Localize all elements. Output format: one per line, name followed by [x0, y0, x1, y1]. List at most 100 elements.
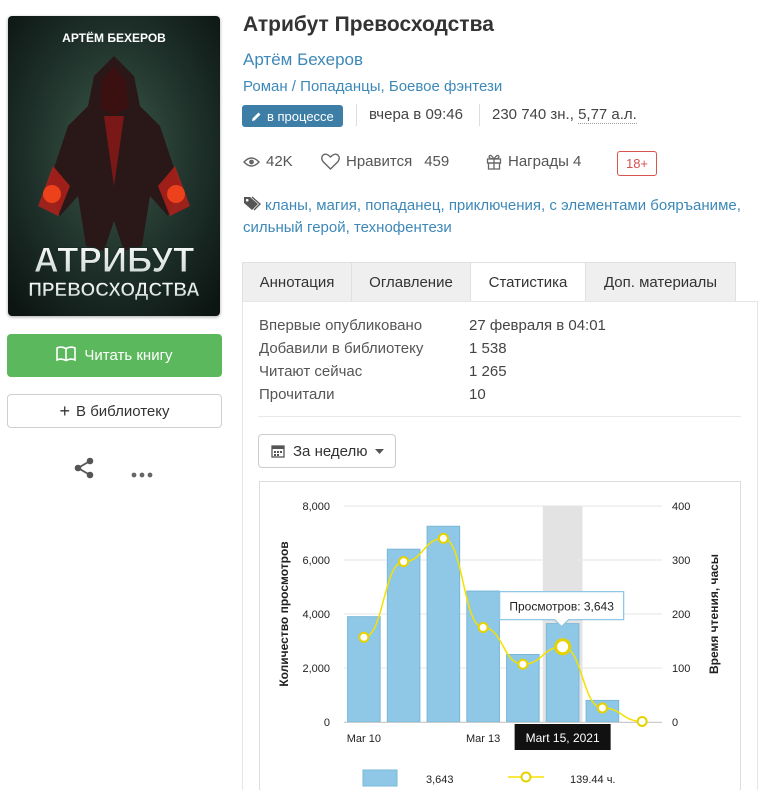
likes-value: 459 [424, 153, 450, 170]
tag-link[interactable]: попаданец [365, 197, 440, 214]
period-dropdown[interactable]: За неделю [258, 434, 396, 468]
line-point [554, 638, 572, 656]
stat-label: Читают сейчас [259, 363, 363, 380]
bar [386, 548, 421, 723]
likes-button[interactable]: Нравится 459 [321, 153, 449, 170]
tag-link[interactable]: кланы [265, 197, 308, 214]
tab-annotation[interactable]: Аннотация [242, 262, 352, 302]
y-tick-label: 4,000 [302, 609, 330, 621]
stat-label: Добавили в библиотеку [259, 340, 424, 357]
line-point [398, 556, 410, 568]
y-tick-label: 0 [324, 717, 330, 729]
eye-icon [243, 156, 260, 167]
stat-value: 1 538 [469, 340, 507, 357]
book-size: 230 740 зн., 5,77 а.л. [492, 106, 637, 124]
book-cover[interactable]: АРТЁМ БЕХЕРОВ АТРИБУТ ПРЕВОСХОДСТВА [8, 16, 220, 316]
y-tick-label: 6,000 [302, 555, 330, 567]
legend-bar-swatch [362, 769, 398, 787]
stats-chart-container: 0 2,000 4,000 6,000 8,000 0 100 200 300 400 Количе… [259, 481, 741, 790]
crosshair-label-text: Mart 15, 2021 [526, 731, 600, 745]
genre-separator: / [287, 78, 301, 95]
line-point [636, 715, 648, 727]
stat-label: Впервые опубликовано [259, 317, 423, 334]
genre-separator: , [380, 78, 389, 95]
read-book-button[interactable]: Читать книгу [7, 334, 222, 377]
open-book-icon [56, 345, 77, 366]
updated-date: вчера в 09:46 [369, 106, 463, 123]
line-point [477, 622, 489, 633]
pencil-icon [252, 112, 261, 121]
read-book-label: Читать книгу [84, 347, 173, 364]
size-chars: 230 740 зн., [492, 106, 579, 123]
cover-title-line1: АТРИБУТ [34, 241, 195, 280]
tags-icon [244, 196, 262, 211]
cover-art: АРТЁМ БЕХЕРОВ АТРИБУТ ПРЕВОСХОДСТВА [8, 16, 220, 316]
tooltip-text: Просмотров: 3,643 [509, 600, 614, 614]
genre-breadcrumb: Роман / Попаданцы, Боевое фэнтези [243, 78, 502, 95]
tag-link[interactable]: сильный герой [243, 219, 346, 236]
x-tick-label: Mar 13 [466, 733, 500, 745]
share-icon[interactable] [72, 457, 96, 479]
tag-link[interactable]: технофентези [354, 219, 452, 236]
more-options-icon[interactable] [131, 465, 153, 478]
tab-statistics[interactable]: Статистика [470, 262, 586, 302]
bar [426, 525, 461, 723]
stat-value: 27 февраля в 04:01 [469, 317, 606, 334]
status-label: в процессе [267, 108, 334, 124]
period-value: За неделю [293, 442, 368, 460]
y-tick-label: 8,000 [302, 501, 330, 513]
y-tick-label: 2,000 [302, 663, 330, 675]
y2-tick-label: 200 [672, 609, 690, 621]
author-link[interactable]: Артём Бехеров [243, 50, 363, 70]
legend-line-value: 139.44 ч. [570, 774, 616, 786]
stats-chart: 0 2,000 4,000 6,000 8,000 0 100 200 300 400 Количе… [277, 501, 721, 787]
awards-button[interactable]: Награды 4 [486, 153, 581, 170]
tag-link[interactable]: с элементами бояръаниме [549, 197, 736, 214]
add-to-library-button[interactable]: + В библиотеку [7, 394, 222, 428]
line-point [437, 532, 449, 544]
heart-icon [321, 153, 340, 170]
y2-tick-label: 0 [672, 717, 678, 729]
bar [466, 590, 500, 723]
status-badge: в процессе [242, 105, 343, 127]
age-rating-badge: 18+ [617, 151, 657, 176]
divider [356, 104, 357, 126]
gift-icon [486, 154, 502, 170]
awards-label: Награды 4 [508, 153, 582, 170]
x-tick-label: Mar 10 [347, 733, 381, 745]
legend-bar-value: 3,643 [426, 774, 454, 786]
cover-title-line2: ПРЕВОСХОДСТВА [28, 280, 200, 301]
y2-tick-label: 300 [672, 555, 690, 567]
line-point [358, 631, 370, 643]
tab-extra-materials[interactable]: Доп. материалы [585, 262, 736, 302]
caret-down-icon [375, 448, 385, 454]
add-to-library-label: В библиотеку [76, 402, 170, 420]
line-point [517, 658, 529, 670]
plus-icon: + [59, 401, 71, 421]
likes-label: Нравится [346, 153, 413, 170]
stat-label: Прочитали [259, 386, 335, 403]
genre-link-battle-fantasy[interactable]: Боевое фэнтези [389, 78, 502, 95]
genre-link-popadantsy[interactable]: Попаданцы [300, 78, 380, 95]
calendar-icon [271, 445, 285, 458]
tab-contents[interactable]: Оглавление [351, 262, 471, 302]
tag-link[interactable]: магия [316, 197, 357, 214]
tag-link[interactable]: приключения [449, 197, 541, 214]
genre-link-novel[interactable]: Роман [243, 78, 288, 95]
views-value: 42K [266, 153, 293, 170]
stat-value: 10 [469, 386, 486, 403]
book-title: Атрибут Превосходства [243, 13, 494, 36]
legend-line-marker [520, 771, 532, 783]
section-divider [258, 416, 741, 417]
y2-tick-label: 100 [672, 663, 690, 675]
y2-tick-label: 400 [672, 501, 690, 513]
tag-list: кланы, магия, попаданец, приключения, с … [243, 196, 741, 236]
stat-value: 1 265 [469, 363, 507, 380]
tab-bar: Аннотация Оглавление Статистика Доп. мат… [242, 262, 758, 302]
line-point [596, 702, 608, 714]
cover-author-text: АРТЁМ БЕХЕРОВ [62, 30, 166, 45]
size-author-sheets[interactable]: 5,77 а.л. [578, 106, 637, 124]
y-axis-title: Количество просмотров [277, 541, 291, 686]
views-count: 42K [243, 153, 293, 170]
divider [479, 104, 480, 126]
